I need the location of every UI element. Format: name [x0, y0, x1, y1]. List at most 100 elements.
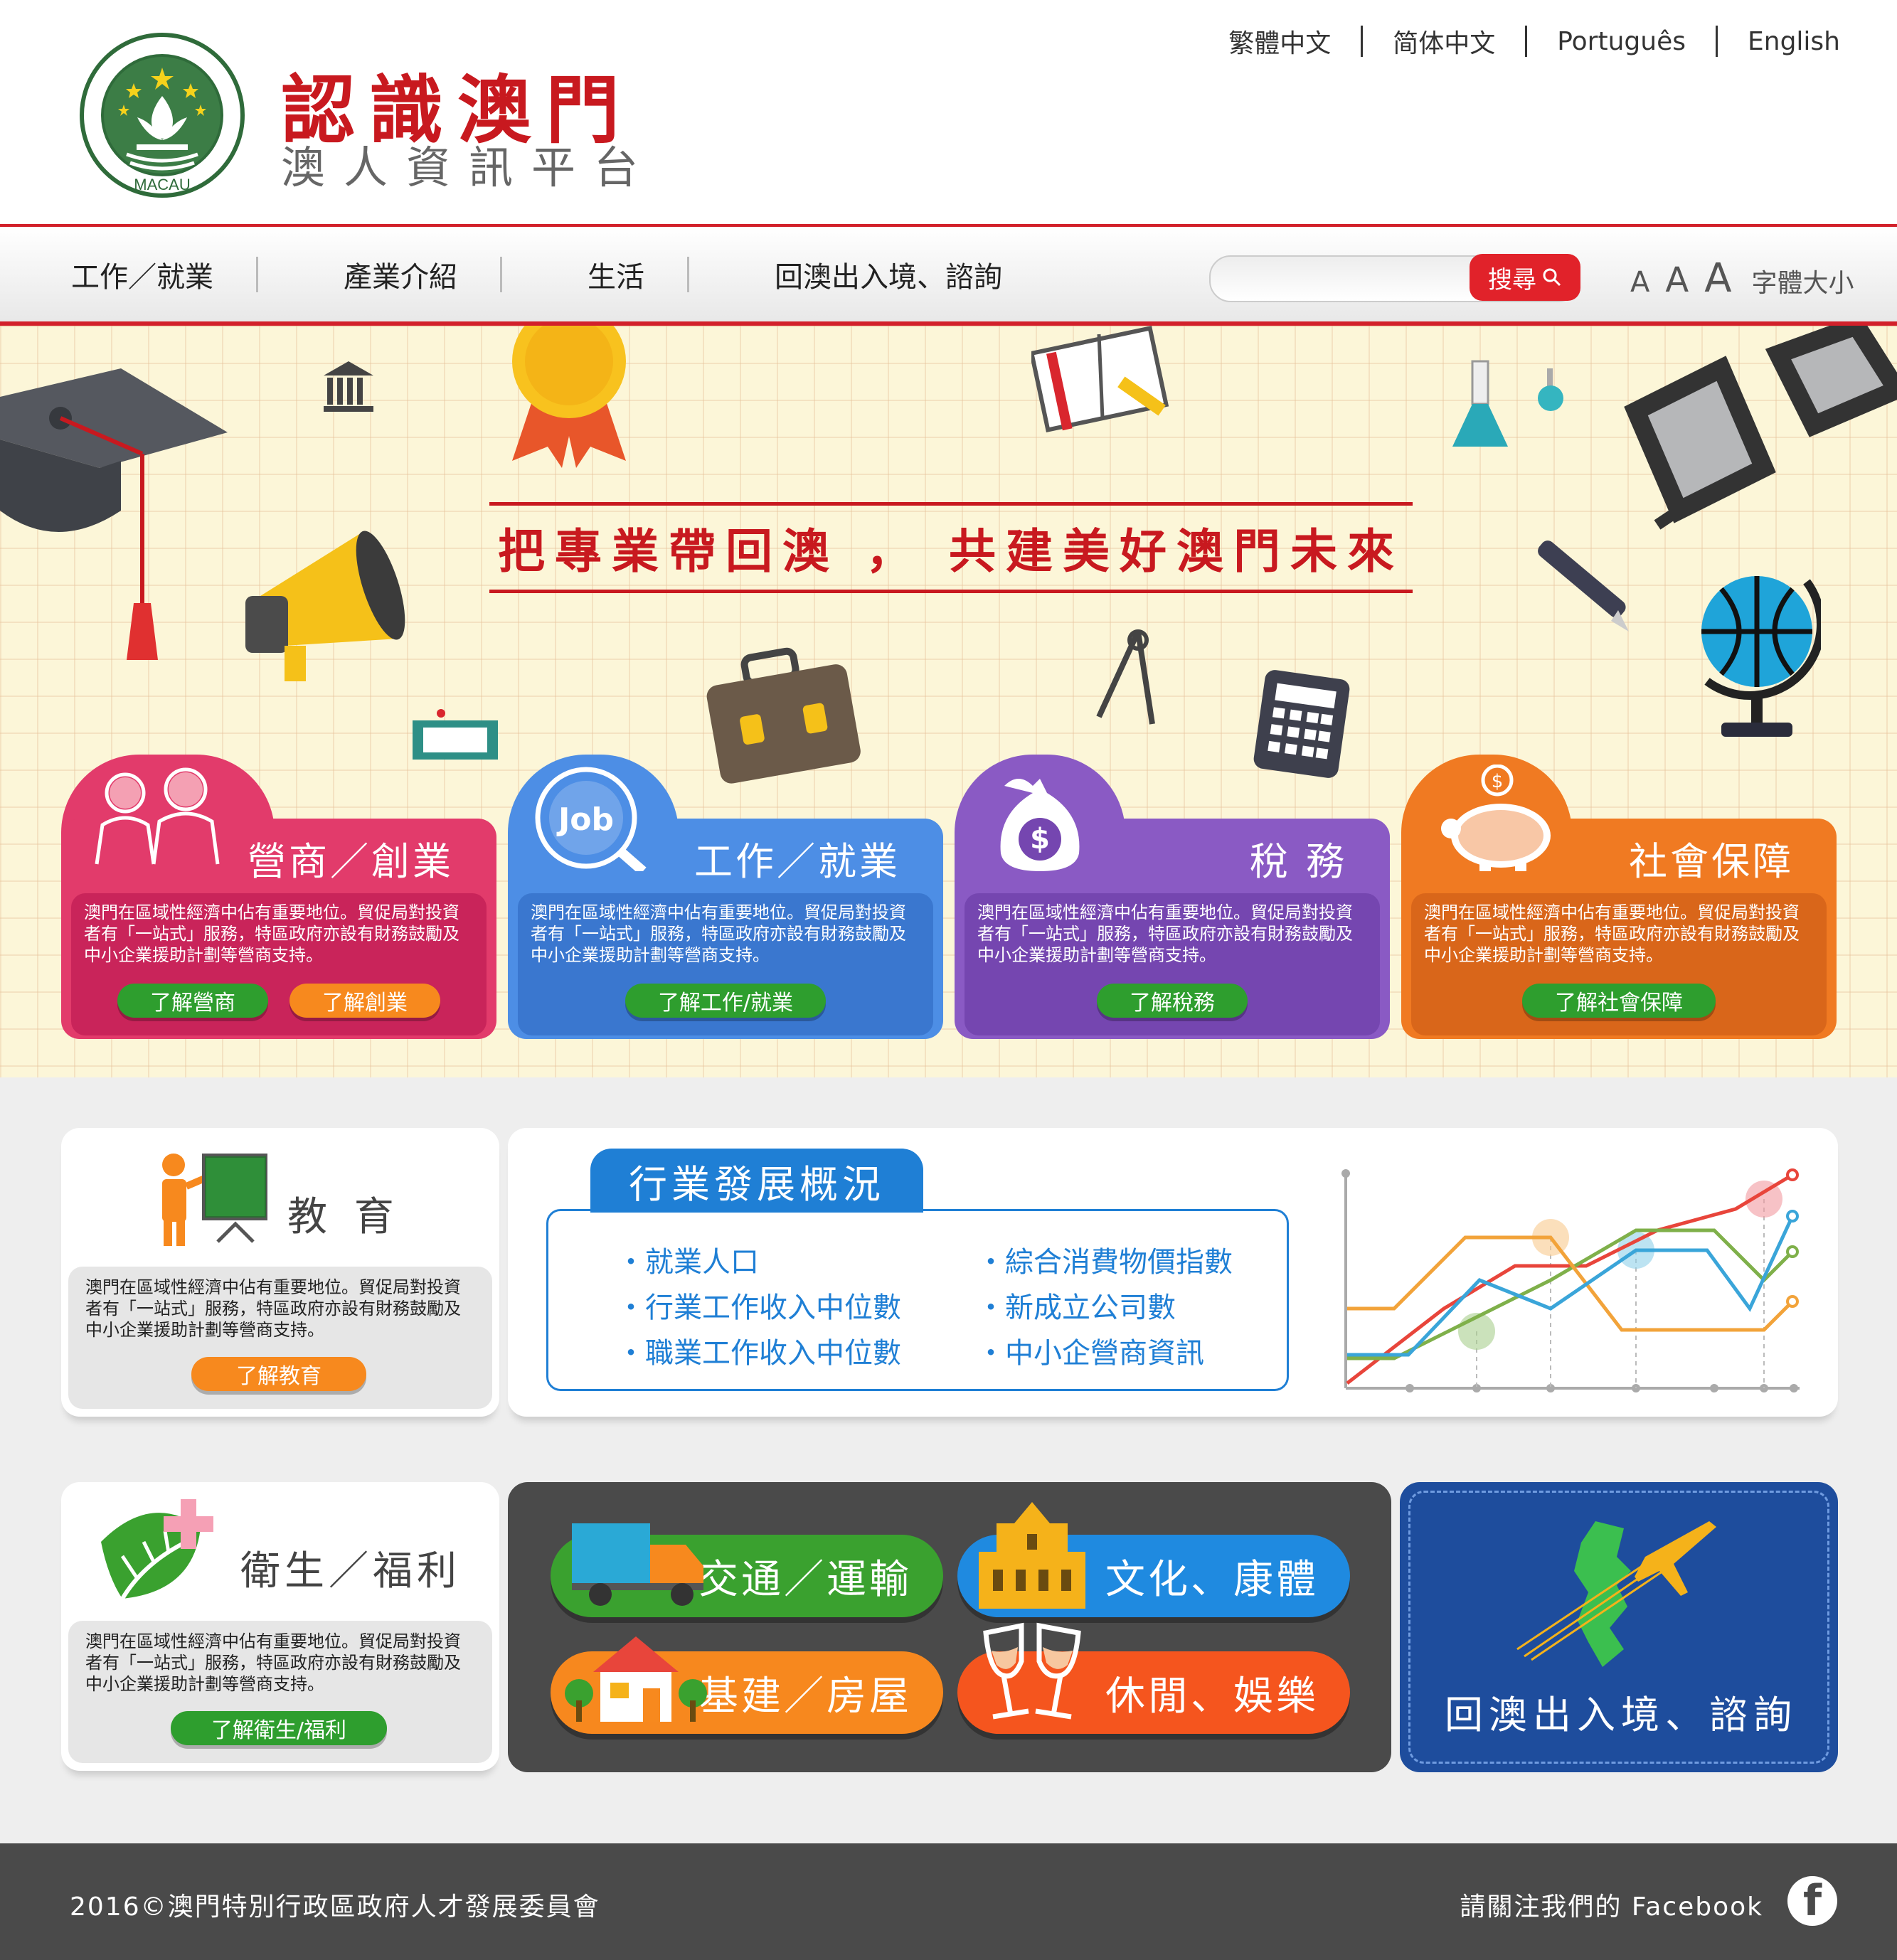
- stats-link[interactable]: ・綜合消費物價指數: [977, 1240, 1233, 1285]
- categories-panel: 交通／運輸 文化、康體 基建／房屋 休閒、娛樂: [508, 1482, 1391, 1772]
- lang-portuguese[interactable]: Português: [1527, 27, 1716, 56]
- learn-startup-button[interactable]: 了解創業: [289, 984, 440, 1018]
- return-panel-border: 回澳出入境、諮詢: [1408, 1491, 1829, 1764]
- stats-link-label: 中小企營商資訊: [1005, 1337, 1204, 1370]
- search-icon: [1543, 268, 1561, 287]
- category-label: 交通／運輸: [698, 1556, 912, 1603]
- language-switcher: 繁體中文 简体中文 Português English: [1199, 23, 1840, 60]
- facebook-icon[interactable]: f: [1787, 1876, 1837, 1926]
- main-navbar: 工作／就業 產業介紹 生活 回澳出入境、諮詢 搜尋 A A A 字體大小: [0, 224, 1897, 326]
- svg-text:$: $: [1030, 823, 1050, 856]
- church-ruins-icon: [979, 1502, 1085, 1609]
- pen-icon: [1538, 540, 1629, 632]
- lang-traditional-chinese[interactable]: 繁體中文: [1199, 23, 1361, 60]
- line-chart-illustration: [1341, 1168, 1800, 1392]
- nav-item-life[interactable]: 生活: [559, 254, 687, 295]
- stats-title: 行業發展概況: [590, 1149, 923, 1213]
- piggy-bank-icon: $: [1441, 765, 1551, 871]
- category-housing-button[interactable]: 基建／房屋: [551, 1636, 943, 1734]
- education-description-text: 澳門在區域性經濟中佔有重要地位。貿促局對投資者有「一站式」服務，特區政府亦設有財…: [85, 1277, 461, 1340]
- font-size-control: A A A 字體大小: [1630, 255, 1854, 302]
- return-panel-label: 回澳出入境、諮詢: [1445, 1693, 1797, 1737]
- header: MACAU 認識澳門 澳人資訊平台 繁體中文 简体中文 Português En…: [0, 0, 1897, 224]
- svg-text:Job: Job: [556, 801, 614, 838]
- search-button-label: 搜尋: [1488, 265, 1536, 294]
- stats-link[interactable]: ・職業工作收入中位數: [617, 1331, 901, 1376]
- font-size-small[interactable]: A: [1630, 266, 1649, 299]
- megaphone-icon: [245, 531, 405, 681]
- stats-links-box: ・就業人口 ・行業工作收入中位數 ・職業工作收入中位數 ・綜合消費物價指數 ・新…: [546, 1209, 1289, 1391]
- macau-emblem-logo[interactable]: MACAU: [77, 32, 248, 199]
- truck-icon: [572, 1523, 703, 1606]
- font-size-label: 字體大小: [1751, 269, 1854, 298]
- card-buttons: 了解工作/就業: [508, 984, 943, 1018]
- compass-tool-icon: [1096, 629, 1155, 725]
- stats-links-left: ・就業人口 ・行業工作收入中位數 ・職業工作收入中位數: [617, 1240, 901, 1376]
- search-button[interactable]: 搜尋: [1470, 254, 1580, 301]
- globe-icon: [1701, 576, 1821, 737]
- learn-employment-button[interactable]: 了解工作/就業: [625, 984, 827, 1018]
- businesspeople-icon: [95, 767, 220, 865]
- card-buttons: 了解營商 了解創業: [61, 984, 496, 1018]
- hero-slogan: 把專業帶回澳 ， 共建美好澳門未來: [489, 502, 1413, 593]
- font-size-large[interactable]: A: [1704, 255, 1731, 302]
- teacher-board-icon: [162, 1154, 267, 1246]
- category-leisure-button[interactable]: 休閒、娛樂: [957, 1622, 1350, 1734]
- nav-item-industry[interactable]: 產業介紹: [315, 254, 500, 295]
- education-title: 教 育: [287, 1194, 401, 1240]
- learn-health-button[interactable]: 了解衛生/福利: [171, 1711, 387, 1745]
- learn-tax-button[interactable]: 了解稅務: [1097, 984, 1248, 1018]
- health-title: 衛生／福利: [240, 1548, 461, 1594]
- notebook-pencil-icon: [1031, 326, 1169, 433]
- chemistry-flask-icon: [1452, 360, 1563, 447]
- category-label: 基建／房屋: [698, 1673, 912, 1720]
- bank-building-icon: [324, 361, 373, 412]
- stats-link-label: 行業工作收入中位數: [645, 1291, 901, 1324]
- nav-menu: 工作／就業 產業介紹 生活 回澳出入境、諮詢: [43, 227, 1045, 321]
- footer: 2016©澳門特別行政區政府人才發展委員會 請關注我們的 Facebook f: [0, 1843, 1897, 1960]
- hero-banner: 把專業帶回澳 ， 共建美好澳門未來 營商／創業 澳門在區域性經濟中佔有重要地位。…: [0, 326, 1897, 1077]
- stats-links-right: ・綜合消費物價指數 ・新成立公司數 ・中小企營商資訊: [977, 1240, 1233, 1376]
- card-title: 社會保障: [1629, 839, 1794, 884]
- card-buttons: 了解社會保障: [1401, 984, 1837, 1018]
- health-panel: 衛生／福利 澳門在區域性經濟中佔有重要地位。貿促局對投資者有「一站式」服務，特區…: [61, 1482, 499, 1771]
- logo-text: MACAU: [134, 176, 190, 193]
- card-title: 稅 務: [1249, 839, 1347, 884]
- wine-glasses-icon: [983, 1622, 1081, 1720]
- card-buttons: 了解稅務: [955, 984, 1390, 1018]
- learn-social-security-button[interactable]: 了解社會保障: [1522, 984, 1716, 1018]
- leaf-medical-cross-icon: [101, 1499, 213, 1600]
- learn-education-button[interactable]: 了解教育: [191, 1357, 366, 1391]
- graduation-cap-icon: [0, 368, 228, 660]
- copyright-text: 2016©澳門特別行政區政府人才發展委員會: [70, 1892, 600, 1922]
- stats-link[interactable]: ・行業工作收入中位數: [617, 1285, 901, 1331]
- category-culture-button[interactable]: 文化、康體: [957, 1502, 1350, 1617]
- lang-simplified-chinese[interactable]: 简体中文: [1363, 23, 1525, 60]
- card-title: 營商／創業: [248, 839, 454, 884]
- health-description-text: 澳門在區域性經濟中佔有重要地位。貿促局對投資者有「一站式」服務，特區政府亦設有財…: [85, 1631, 461, 1694]
- font-size-medium[interactable]: A: [1665, 260, 1689, 300]
- stats-link-label: 綜合消費物價指數: [1005, 1246, 1233, 1279]
- card-business: 營商／創業 澳門在區域性經濟中佔有重要地位。貿促局對投資者有「一站式」服務，特區…: [61, 755, 496, 1039]
- return-immigration-panel[interactable]: 回澳出入境、諮詢: [1400, 1482, 1838, 1772]
- nav-item-work[interactable]: 工作／就業: [43, 254, 256, 295]
- nav-divider: [687, 256, 689, 292]
- learn-business-button[interactable]: 了解營商: [117, 984, 268, 1018]
- nav-divider: [500, 256, 502, 292]
- stats-link-label: 職業工作收入中位數: [645, 1337, 901, 1370]
- education-panel: 教 育 澳門在區域性經濟中佔有重要地位。貿促局對投資者有「一站式」服務，特區政府…: [61, 1128, 499, 1417]
- lang-english[interactable]: English: [1718, 27, 1840, 56]
- stats-link[interactable]: ・新成立公司數: [977, 1285, 1233, 1331]
- stats-link[interactable]: ・就業人口: [617, 1240, 901, 1285]
- eyeglasses-icon: [1624, 326, 1897, 530]
- svg-text:$: $: [1492, 771, 1504, 792]
- house-icon: [565, 1636, 707, 1722]
- macau-map-airplane-icon: [1516, 1521, 1716, 1667]
- site-subtitle: 澳人資訊平台: [281, 142, 657, 193]
- nav-item-return[interactable]: 回澳出入境、諮詢: [746, 254, 1045, 295]
- stats-link[interactable]: ・中小企營商資訊: [977, 1331, 1233, 1376]
- job-search-icon: Job: [535, 767, 647, 871]
- category-transport-button[interactable]: 交通／運輸: [551, 1523, 943, 1617]
- category-label: 休閒、娛樂: [1105, 1673, 1319, 1720]
- card-social-security: $ 社會保障 澳門在區域性經濟中佔有重要地位。貿促局對投資者有「一站式」服務，特…: [1401, 755, 1837, 1039]
